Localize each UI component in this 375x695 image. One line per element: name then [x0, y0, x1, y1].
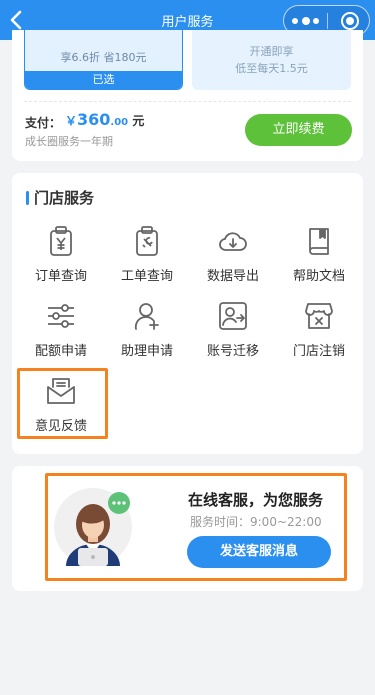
store-services-card: 门店服务 订单查询 工单查询 数据导出 帮助文档 配额申请 助理申请 账号迁移 … [12, 173, 363, 454]
divider [24, 101, 351, 102]
more-button[interactable] [290, 10, 324, 32]
dot-icon [302, 17, 310, 25]
section-accent-bar [26, 191, 29, 205]
renew-button[interactable]: 立即续费 [245, 114, 352, 146]
user-add-icon [134, 303, 159, 330]
service-help-docs[interactable]: 帮助文档 [280, 225, 358, 287]
plan-daily-price: 低至每天1.5元 [235, 62, 308, 75]
ticket-icon [136, 226, 158, 256]
membership-card: 享6.6折 省180元 已选 开通即享 低至每天1.5元 支付： ￥360.00… [12, 30, 363, 161]
amount-unit: 元 [132, 114, 145, 128]
service-quota-request[interactable]: 配额申请 [22, 300, 100, 362]
service-store-close[interactable]: 门店注销 [280, 300, 358, 362]
feedback-highlight-frame [17, 368, 108, 439]
service-account-transfer[interactable]: 账号迁移 [194, 300, 272, 362]
currency-symbol: ￥ [65, 114, 78, 128]
capsule-divider [327, 13, 328, 29]
pay-label: 支付： [25, 116, 62, 130]
account-transfer-icon [219, 302, 247, 330]
pay-amount: ￥360.00 元 [65, 110, 144, 129]
selected-badge: 已选 [25, 71, 182, 89]
close-button[interactable] [334, 10, 366, 32]
service-ticket-query[interactable]: 工单查询 [108, 225, 186, 287]
amount-integer: 360 [77, 110, 111, 129]
plan-discount: 享6.6折 省180元 [60, 51, 147, 64]
dot-icon [313, 18, 319, 24]
plan-subtitle: 开通即享 [249, 45, 294, 58]
plan-option[interactable]: 开通即享 低至每天1.5元 [192, 30, 351, 90]
service-label: 配额申请 [34, 344, 87, 359]
service-assistant-request[interactable]: 助理申请 [108, 300, 186, 362]
service-label: 门店注销 [292, 344, 345, 359]
target-icon [341, 12, 359, 30]
section-title: 门店服务 [34, 189, 95, 207]
cs-highlight-frame [45, 473, 347, 581]
store-close-icon [305, 303, 333, 329]
dot-icon [292, 18, 298, 24]
customer-service-card: 在线客服，为您服务 服务时间：9:00~22:00 发送客服消息 [12, 466, 363, 591]
service-label: 账号迁移 [206, 344, 259, 359]
service-label: 工单查询 [120, 269, 173, 284]
service-data-export[interactable]: 数据导出 [194, 225, 272, 287]
service-label: 订单查询 [34, 269, 87, 284]
book-icon [309, 228, 329, 255]
service-label: 数据导出 [206, 269, 259, 284]
service-order-query[interactable]: 订单查询 [22, 225, 100, 287]
order-icon [50, 226, 72, 256]
service-label: 帮助文档 [292, 269, 345, 284]
sliders-icon [48, 304, 74, 328]
service-label: 助理申请 [120, 344, 173, 359]
plan-description: 成长圈服务一年期 [25, 135, 113, 148]
plan-option-selected[interactable]: 享6.6折 省180元 已选 [24, 30, 183, 90]
amount-decimal: .00 [110, 117, 129, 128]
cloud-download-icon [219, 232, 247, 251]
